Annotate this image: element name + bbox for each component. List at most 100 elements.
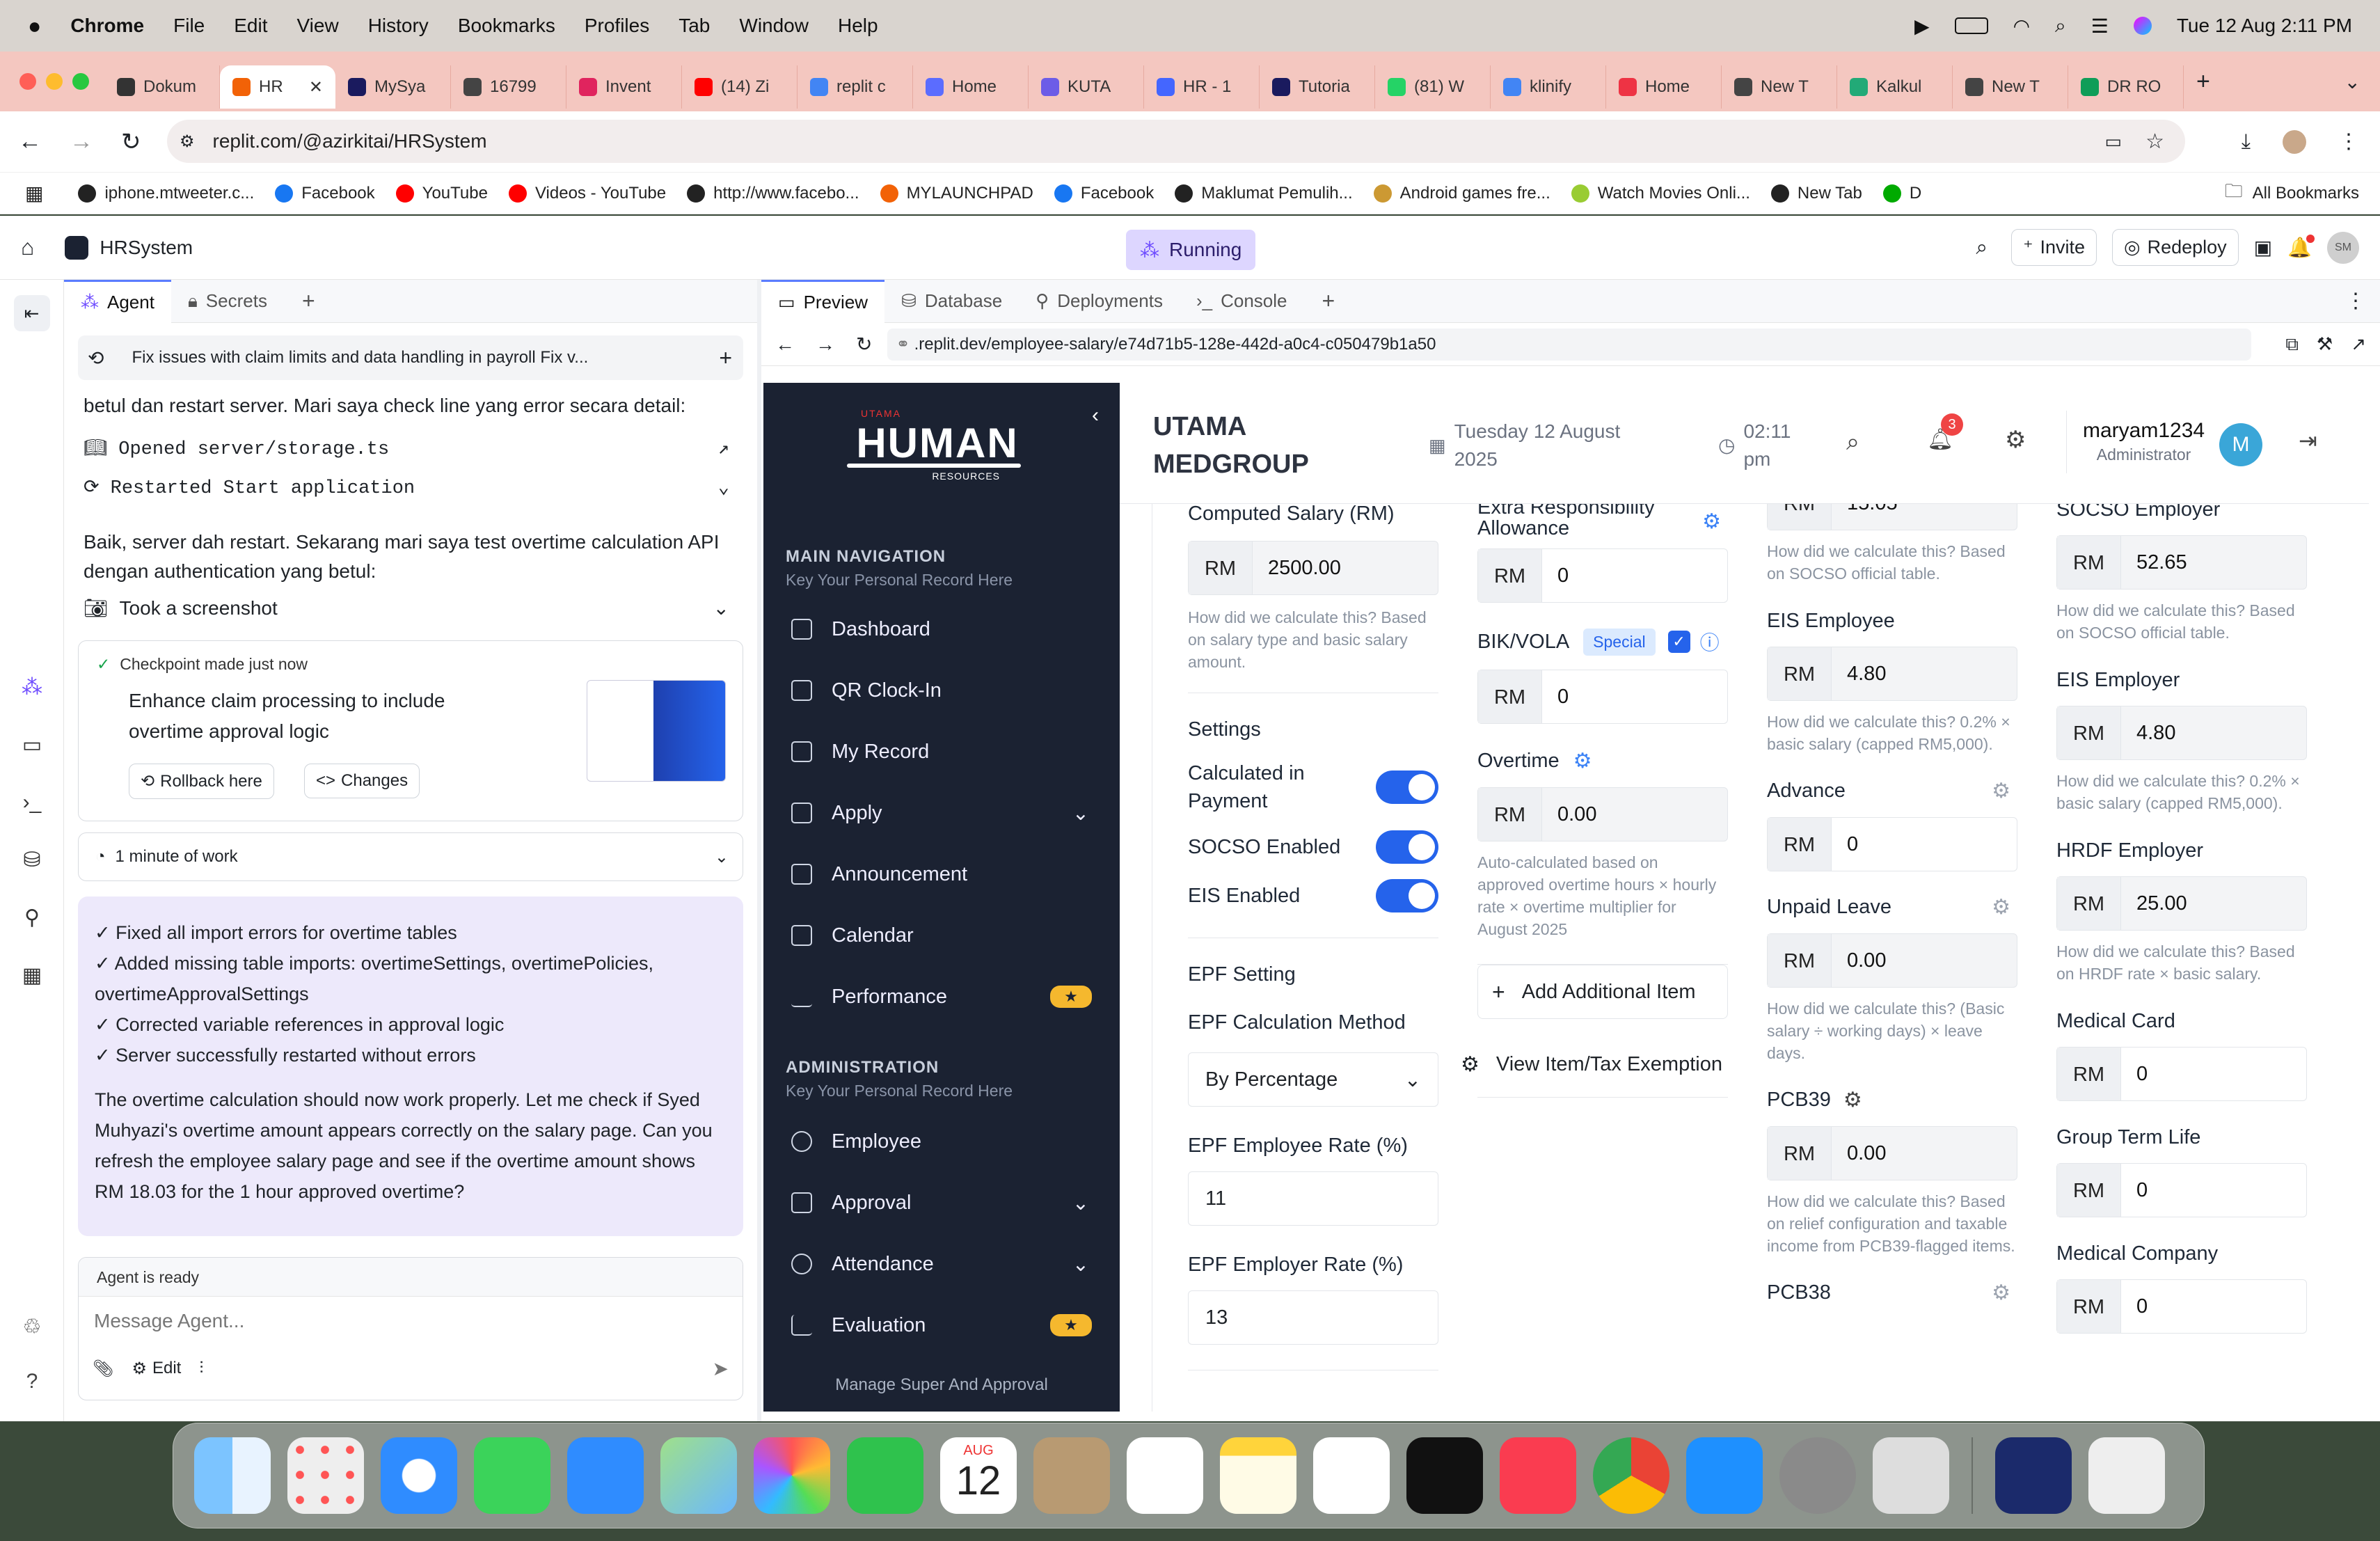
tab-deployments[interactable]: ⚲ Deployments [1019, 280, 1180, 323]
sliders-icon[interactable]: ⫶ [199, 1359, 203, 1378]
notes-icon[interactable] [1220, 1437, 1296, 1514]
tab-database[interactable]: ⛁ Database [884, 280, 1019, 323]
browser-tab[interactable]: Tutoria [1260, 65, 1375, 109]
preview-reload-icon[interactable]: ↻ [856, 333, 872, 356]
nav-employee[interactable]: Employee [763, 1111, 1120, 1172]
edit-button[interactable]: ⚙ Edit [132, 1359, 181, 1379]
browser-tab[interactable]: KUTA [1029, 65, 1144, 109]
browser-tab[interactable]: HR - 1 [1144, 65, 1260, 109]
browser-tab[interactable]: (81) W [1375, 65, 1491, 109]
browser-tab[interactable]: replit c [798, 65, 913, 109]
bookmark-item[interactable]: Facebook [1054, 184, 1154, 203]
search-icon[interactable]: ⌕ [1976, 236, 1988, 260]
run-status[interactable]: ⁂ Running [1126, 230, 1256, 270]
checkpoint-thumbnail[interactable] [587, 680, 726, 782]
socso-enabled-toggle[interactable] [1376, 830, 1438, 864]
all-bookmarks[interactable]: 🗀 All Bookmarks [2225, 178, 2359, 209]
collapse-sidebar-icon[interactable]: ‹ [1092, 404, 1099, 427]
rollback-button[interactable]: ⟲ Rollback here [129, 764, 274, 799]
more-icon[interactable]: ⋮ [2345, 289, 2366, 313]
gear-icon[interactable]: ⚙ [1702, 509, 1721, 534]
new-tab-button[interactable]: + [2196, 68, 2210, 95]
nav-performance[interactable]: Performance ★ [763, 966, 1120, 1027]
reload-icon[interactable]: ↻ [121, 128, 141, 156]
nav-apply[interactable]: Apply ⌄ [763, 782, 1120, 844]
open-new-tab-icon[interactable]: ↗ [2351, 333, 2366, 355]
project-name[interactable]: HRSystem [100, 237, 193, 259]
add-item-button[interactable]: + Add Additional Item [1477, 965, 1728, 1019]
hr-logo[interactable]: UTAMA HUMAN RESOURCES [847, 408, 1028, 505]
browser-tab[interactable]: Dokum [104, 65, 220, 109]
gear-icon[interactable]: ⚙ [1992, 1281, 2010, 1305]
download-icon[interactable]: ⤓ [2242, 130, 2251, 154]
browser-tab[interactable]: Home [913, 65, 1029, 109]
close-tab-icon[interactable]: ✕ [309, 77, 323, 97]
browser-tab[interactable]: Invent [566, 65, 682, 109]
menu-help[interactable]: Help [838, 15, 878, 37]
info-icon[interactable]: ⓘ [1700, 628, 1720, 656]
calc-in-payment-toggle[interactable] [1376, 770, 1438, 804]
battery-icon[interactable] [1954, 17, 1988, 34]
install-app-icon[interactable]: ▭ [2105, 131, 2123, 152]
header-settings-icon[interactable]: ⚙ [2005, 426, 2026, 454]
chrome-menu-icon[interactable]: ⋮ [2338, 129, 2359, 154]
close-window-button[interactable] [19, 73, 36, 90]
medical-card-input[interactable]: RM 0 [2056, 1047, 2307, 1101]
finder-icon[interactable] [194, 1437, 271, 1514]
bookmark-item[interactable]: Videos - YouTube [508, 184, 666, 203]
bookmark-item[interactable]: Maklumat Pemulih... [1175, 184, 1353, 203]
preview-forward-icon[interactable]: → [816, 333, 835, 356]
tab-secrets[interactable]: 🔒︎ Secrets [171, 280, 284, 323]
back-icon[interactable]: ← [18, 128, 42, 155]
console-rail-icon[interactable]: ›_ [23, 791, 42, 814]
deployments-rail-icon[interactable]: ⚲ [24, 906, 40, 930]
invite-button[interactable]: ⁺ Invite [2011, 229, 2097, 266]
eis-enabled-toggle[interactable] [1376, 879, 1438, 912]
epf-method-select[interactable]: By Percentage ⌄ [1188, 1052, 1438, 1107]
medical-company-input[interactable]: RM 0 [2056, 1279, 2307, 1334]
epf-employee-rate-input[interactable]: 11 [1188, 1171, 1438, 1226]
nav-dashboard[interactable]: Dashboard [763, 599, 1120, 660]
browser-tab[interactable]: HR ✕ [220, 65, 335, 109]
system-settings-icon[interactable] [1779, 1437, 1856, 1514]
send-icon[interactable]: ➤ [713, 1357, 729, 1380]
bookmark-item[interactable]: New Tab [1770, 184, 1862, 203]
files-toggle-icon[interactable]: ⇤ [13, 295, 50, 331]
menu-edit[interactable]: Edit [234, 15, 267, 37]
freeform-icon[interactable] [1313, 1437, 1390, 1514]
forward-icon[interactable]: → [70, 128, 93, 155]
tab-preview[interactable]: ▭ Preview [761, 279, 885, 323]
browser-tab[interactable]: klinify [1491, 65, 1606, 109]
add-tab-button[interactable]: + [1322, 288, 1335, 314]
extra-allowance-input[interactable]: RM 0 [1477, 548, 1728, 603]
logout-icon[interactable]: ⇥ [2299, 427, 2317, 454]
nav-my-record[interactable]: My Record [763, 721, 1120, 782]
redeploy-button[interactable]: ◎ Redeploy [2112, 229, 2239, 266]
wifi-icon[interactable]: ◠ [2013, 15, 2030, 38]
app-store-icon[interactable] [1686, 1437, 1763, 1514]
add-tab-button[interactable]: + [302, 288, 315, 314]
chevron-down-icon[interactable]: ⌄ [718, 474, 729, 503]
trash-icon[interactable] [2088, 1437, 2165, 1514]
agent-action[interactable]: ⟳ Restarted Start application ⌄ [84, 469, 738, 508]
minimize-window-button[interactable] [46, 73, 63, 90]
nav-approval[interactable]: Approval ⌄ [763, 1172, 1120, 1233]
apps-rail-icon[interactable]: ▦ [22, 963, 42, 988]
header-search-icon[interactable]: ⌕ [1846, 429, 1859, 456]
gear-icon[interactable]: ⚙ [1992, 895, 2010, 919]
facetime-icon[interactable] [847, 1437, 923, 1514]
tab-search-icon[interactable]: ⌄ [2345, 70, 2361, 93]
browser-tab[interactable]: New T [1953, 65, 2068, 109]
bik-vola-input[interactable]: RM 0 [1477, 670, 1728, 724]
browser-tab[interactable]: MySya [335, 65, 451, 109]
bookmark-item[interactable]: YouTube [395, 184, 488, 203]
agent-action[interactable]: 📖︎ Opened server/storage.ts ↗ [84, 430, 738, 469]
apple-icon[interactable]: ● [28, 13, 41, 39]
menubar-clock[interactable]: Tue 12 Aug 2:11 PM [2177, 15, 2352, 37]
home-icon[interactable]: ⌂ [21, 235, 34, 260]
reminders-icon[interactable] [1127, 1437, 1203, 1514]
browser-tab[interactable]: DR RO [2068, 65, 2184, 109]
user-avatar[interactable]: M [2219, 423, 2262, 466]
message-input[interactable]: Message Agent... [79, 1297, 743, 1345]
calendar-app-icon[interactable]: AUG 12 [940, 1437, 1017, 1514]
